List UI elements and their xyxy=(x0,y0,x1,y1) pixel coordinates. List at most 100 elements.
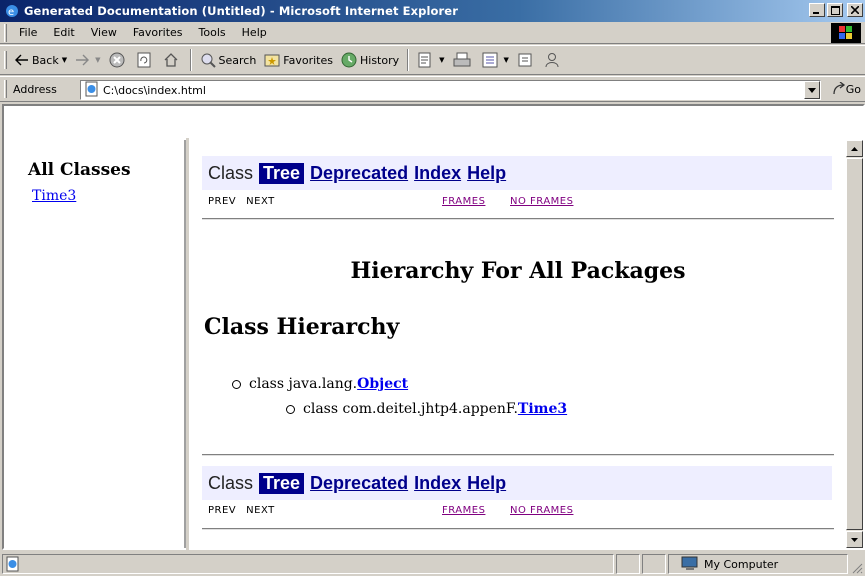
nav-help[interactable]: Help xyxy=(467,163,506,184)
status-bar: My Computer xyxy=(0,552,865,576)
refresh-button[interactable] xyxy=(132,48,159,72)
bottom-subnav: PREV NEXT FRAMES NO FRAMES xyxy=(208,505,573,516)
maximize-button[interactable] xyxy=(827,3,843,17)
address-dropdown-button[interactable] xyxy=(804,81,820,99)
resize-grip-icon[interactable] xyxy=(851,562,863,574)
object-link[interactable]: Object xyxy=(357,376,408,392)
ie-logo-icon: e xyxy=(4,3,20,19)
nav-class: Class xyxy=(208,472,254,493)
nav-prev: PREV xyxy=(208,196,237,207)
history-button[interactable]: History xyxy=(337,48,403,72)
toolbar-separator xyxy=(189,49,192,71)
close-button[interactable] xyxy=(847,3,863,17)
address-label: Address xyxy=(13,82,57,96)
address-input[interactable]: C:\docs\index.html xyxy=(80,80,821,100)
class-link-time3[interactable]: Time3 xyxy=(32,188,76,204)
nav-index[interactable]: Index xyxy=(414,473,461,494)
scroll-thumb[interactable] xyxy=(846,158,863,530)
nav-index[interactable]: Index xyxy=(414,163,461,184)
home-button[interactable] xyxy=(159,48,186,72)
vertical-scrollbar[interactable] xyxy=(846,140,863,548)
nav-frames[interactable]: FRAMES xyxy=(442,505,485,516)
main-frame: Class Tree Deprecated Index Help PREV NE… xyxy=(192,140,844,548)
nav-prev: PREV xyxy=(208,505,237,516)
go-button[interactable]: Go xyxy=(832,82,861,96)
mail-button[interactable]: ▼ xyxy=(413,48,448,72)
refresh-icon xyxy=(137,52,150,68)
close-icon xyxy=(851,6,859,14)
nav-next: NEXT xyxy=(246,505,275,516)
address-bar: Address C:\docs\index.html Go xyxy=(0,76,865,102)
menu-tools[interactable]: Tools xyxy=(191,24,234,42)
stop-button[interactable] xyxy=(105,48,132,72)
menu-edit[interactable]: Edit xyxy=(45,24,82,42)
search-label: Search xyxy=(218,53,257,67)
minimize-button[interactable] xyxy=(809,3,825,17)
back-dropdown-icon[interactable]: ▼ xyxy=(62,56,67,64)
section-heading: Class Hierarchy xyxy=(204,314,400,340)
home-icon xyxy=(164,53,177,67)
back-button[interactable]: Back ▼ xyxy=(11,48,71,72)
tree-item-prefix: class com.deitel.jhtp4.appenF. xyxy=(303,401,518,417)
bottom-navbar: Class Tree Deprecated Index Help xyxy=(202,466,832,500)
nav-help[interactable]: Help xyxy=(467,473,506,494)
nav-no-frames[interactable]: NO FRAMES xyxy=(510,505,573,516)
history-icon xyxy=(341,52,357,68)
nav-no-frames[interactable]: NO FRAMES xyxy=(510,196,573,207)
search-button[interactable]: Search xyxy=(196,48,261,72)
minimize-icon xyxy=(813,12,819,14)
history-label: History xyxy=(360,53,400,67)
window-title: Generated Documentation (Untitled) - Mic… xyxy=(24,4,458,18)
all-classes-heading: All Classes xyxy=(28,160,131,180)
go-arrow-icon xyxy=(833,82,845,95)
scroll-up-button[interactable] xyxy=(846,140,863,157)
toolbar-grip xyxy=(4,51,7,69)
forward-dropdown-icon[interactable]: ▼ xyxy=(95,56,100,64)
status-panel xyxy=(642,554,666,574)
nav-deprecated[interactable]: Deprecated xyxy=(310,163,408,184)
scroll-down-button[interactable] xyxy=(846,531,863,548)
forward-button[interactable]: ▼ xyxy=(71,48,104,72)
messenger-icon xyxy=(545,53,559,68)
nav-frames[interactable]: FRAMES xyxy=(442,196,485,207)
print-button[interactable] xyxy=(449,48,478,72)
window-controls xyxy=(809,3,863,17)
edit-button[interactable]: ▼ xyxy=(478,48,513,72)
standard-toolbar: Back ▼ ▼ Search Favorites History ▼ ▼ xyxy=(0,45,865,75)
menu-file[interactable]: File xyxy=(11,24,45,42)
top-navbar: Class Tree Deprecated Index Help xyxy=(202,156,832,190)
toolbar-separator xyxy=(407,49,410,71)
time3-link[interactable]: Time3 xyxy=(518,401,567,417)
edit-dropdown-icon[interactable]: ▼ xyxy=(504,56,509,64)
discuss-icon xyxy=(518,53,532,67)
all-classes-frame: All Classes Time3 xyxy=(8,140,186,548)
stop-icon xyxy=(109,52,124,68)
messenger-button[interactable] xyxy=(540,48,567,72)
nav-next: NEXT xyxy=(246,196,275,207)
go-label: Go xyxy=(845,82,861,96)
back-label: Back xyxy=(32,53,59,67)
bullet-icon xyxy=(232,379,241,389)
discuss-button[interactable] xyxy=(513,48,540,72)
print-icon xyxy=(453,52,471,67)
bullet-icon xyxy=(286,404,295,414)
menu-view[interactable]: View xyxy=(83,24,125,42)
nav-deprecated[interactable]: Deprecated xyxy=(310,473,408,494)
divider xyxy=(202,528,834,530)
edit-icon xyxy=(482,52,498,68)
scroll-down-icon xyxy=(851,537,858,542)
tree-item-object: class java.lang. Object xyxy=(232,376,408,392)
address-value[interactable]: C:\docs\index.html xyxy=(103,84,206,97)
security-zone: My Computer xyxy=(680,556,778,572)
search-icon xyxy=(201,53,216,68)
favorites-button[interactable]: Favorites xyxy=(260,48,337,72)
divider xyxy=(202,218,834,220)
mail-icon xyxy=(418,52,431,68)
favorites-label: Favorites xyxy=(283,53,333,67)
mail-dropdown-icon[interactable]: ▼ xyxy=(439,56,444,64)
tree-item-prefix: class java.lang. xyxy=(249,376,358,392)
menu-help[interactable]: Help xyxy=(234,24,275,42)
forward-arrow-icon xyxy=(76,54,90,66)
menu-favorites[interactable]: Favorites xyxy=(125,24,191,42)
frame-divider[interactable] xyxy=(186,138,189,550)
